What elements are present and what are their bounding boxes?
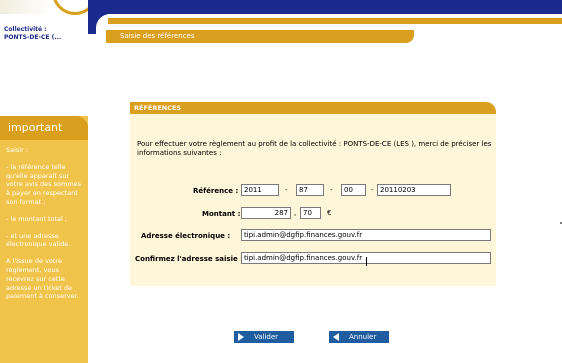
section-header [130,102,496,114]
montant-label: Montant : [202,210,241,218]
important-paragraph: A l'issue de votre règlement, vous recev… [6,257,79,301]
cancel-button[interactable]: Annuler [329,331,389,343]
important-paragraph: - la référence telle qu'elle apparaît su… [6,162,82,206]
collectivite-info: Collectivité : PONTS-DE-CE (... [4,26,61,42]
collectivite-value: PONTS-DE-CE (... [4,34,62,41]
currency-symbol: € [327,209,332,217]
montant-separator: , [294,209,297,217]
reference-separator: - [330,186,333,194]
important-paragraph: - le montant total ; [6,214,68,223]
montant-euros-field[interactable]: 287 [241,207,291,219]
intro-text: Pour effectuer votre règlement au profit… [137,140,492,157]
left-sidebar: Collectivité : PONTS-DE-CE (... importan… [0,0,98,363]
arrow-right-icon [234,331,248,343]
text-caret [366,257,367,266]
reference-field-2[interactable]: 87 [296,184,324,196]
reference-label: Référence : [193,187,239,195]
cancel-label: Annuler [349,333,377,341]
reference-field-4[interactable]: 20110203 [377,184,451,196]
email-label: Adresse électronique : [141,232,231,240]
arrow-left-icon [329,331,343,343]
reference-separator: - [285,186,288,194]
reference-field-1[interactable]: 2011 [241,184,279,196]
important-paragraph: Saisir : [6,146,29,154]
header-bar [88,0,562,14]
validate-button[interactable]: Valider [234,331,294,343]
montant-cents-field[interactable]: 70 [300,207,321,219]
collectivite-label: Collectivité : [4,26,47,33]
important-paragraph: - et une adresse électronique valide. [6,231,71,249]
breadcrumb-text: Saisie des références [120,32,195,40]
section-title: RÉFÉRENCES [134,104,182,112]
reference-separator: - [371,186,374,194]
important-title: important [8,121,63,134]
important-text: Saisir : - la référence telle qu'elle ap… [6,146,86,309]
confirm-email-label: Confirmez l'adresse saisie : [135,255,243,263]
reference-field-3[interactable]: 00 [341,184,366,196]
header-gold-line [108,18,562,24]
validate-label: Valider [254,333,279,341]
email-field[interactable]: tipi.admin@dgfip.finances.gouv.fr [241,229,491,241]
